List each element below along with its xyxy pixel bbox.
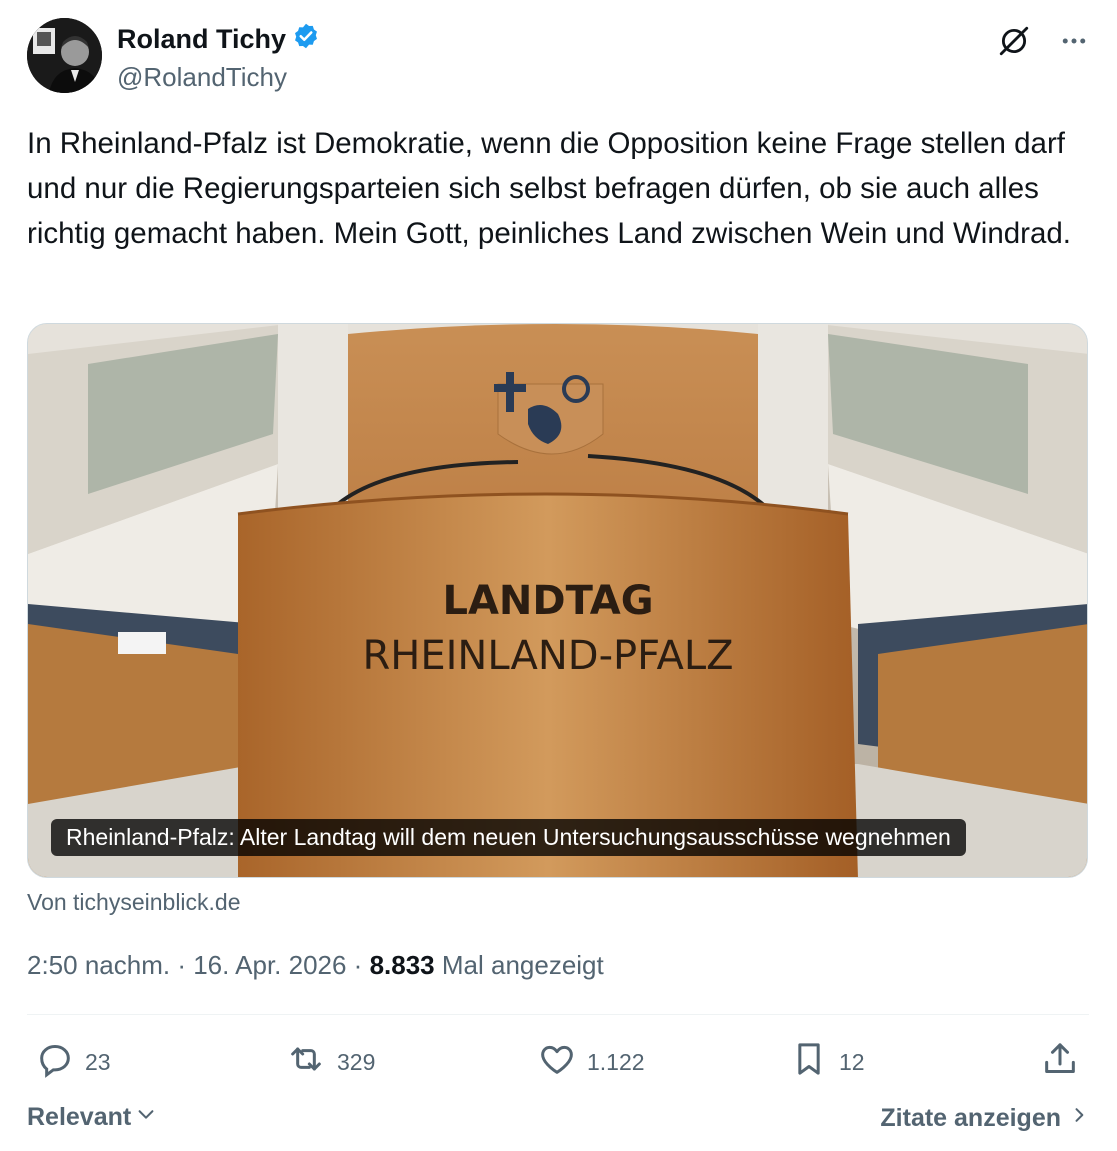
card-caption[interactable]: Rheinland-Pfalz: Alter Landtag will dem … — [51, 819, 966, 856]
share-button[interactable] — [1040, 1038, 1080, 1086]
tweet-date[interactable]: 16. Apr. 2026 — [193, 950, 346, 980]
repost-button[interactable]: 329 — [285, 1038, 375, 1086]
tweet-time[interactable]: 2:50 nachm. — [27, 950, 170, 980]
like-button[interactable]: 1.122 — [537, 1038, 645, 1086]
repost-count: 329 — [337, 1048, 376, 1075]
coat-of-arms — [494, 372, 604, 455]
bookmark-count: 12 — [839, 1048, 865, 1075]
more-icon[interactable] — [1059, 26, 1089, 61]
meta-separator: · — [346, 950, 370, 980]
sort-dropdown[interactable]: Relevant — [27, 1103, 157, 1132]
author-name[interactable]: Roland Tichy — [117, 24, 286, 55]
repost-icon — [285, 1039, 327, 1085]
tweet-footer: Relevant Zitate anzeigen — [27, 1103, 1089, 1139]
tweet-header: Roland Tichy @RolandTichy — [27, 18, 1089, 98]
bookmark-icon — [789, 1039, 829, 1085]
sort-label: Relevant — [27, 1103, 132, 1131]
verified-badge-icon — [292, 22, 320, 57]
author-handle[interactable]: @RolandTichy — [117, 62, 320, 93]
reply-button[interactable]: 23 — [35, 1038, 111, 1086]
bookmark-button[interactable]: 12 — [789, 1038, 865, 1086]
chevron-right-icon — [1069, 1103, 1089, 1134]
tweet-meta: 2:50 nachm. · 16. Apr. 2026 · 8.833 Mal … — [27, 950, 604, 981]
reply-icon — [35, 1039, 75, 1085]
meta-separator: · — [170, 950, 194, 980]
image-sign-line2: RHEINLAND-PFALZ — [362, 633, 733, 679]
action-bar: 23 329 1.122 12 — [27, 1038, 1089, 1086]
like-count: 1.122 — [587, 1048, 645, 1075]
chevron-down-icon — [135, 1103, 157, 1132]
tweet-text: In Rheinland-Pfalz ist Demokratie, wenn … — [27, 127, 1071, 250]
view-quotes-link[interactable]: Zitate anzeigen — [880, 1103, 1089, 1134]
quotes-label: Zitate anzeigen — [880, 1104, 1061, 1132]
link-card[interactable]: LANDTAG RHEINLAND-PFALZ Rheinland-Pfalz:… — [27, 323, 1088, 878]
views-count: 8.833 — [369, 950, 435, 980]
grok-icon[interactable] — [997, 24, 1031, 63]
article-image: LANDTAG RHEINLAND-PFALZ — [28, 324, 1087, 877]
reply-count: 23 — [85, 1048, 111, 1075]
avatar[interactable] — [27, 18, 102, 93]
views-label: Mal angezeigt — [434, 950, 604, 980]
divider — [27, 1014, 1089, 1015]
heart-icon — [537, 1039, 577, 1085]
image-sign-line1: LANDTAG — [442, 578, 653, 624]
share-icon — [1040, 1039, 1080, 1085]
card-source[interactable]: Von tichyseinblick.de — [27, 889, 241, 916]
